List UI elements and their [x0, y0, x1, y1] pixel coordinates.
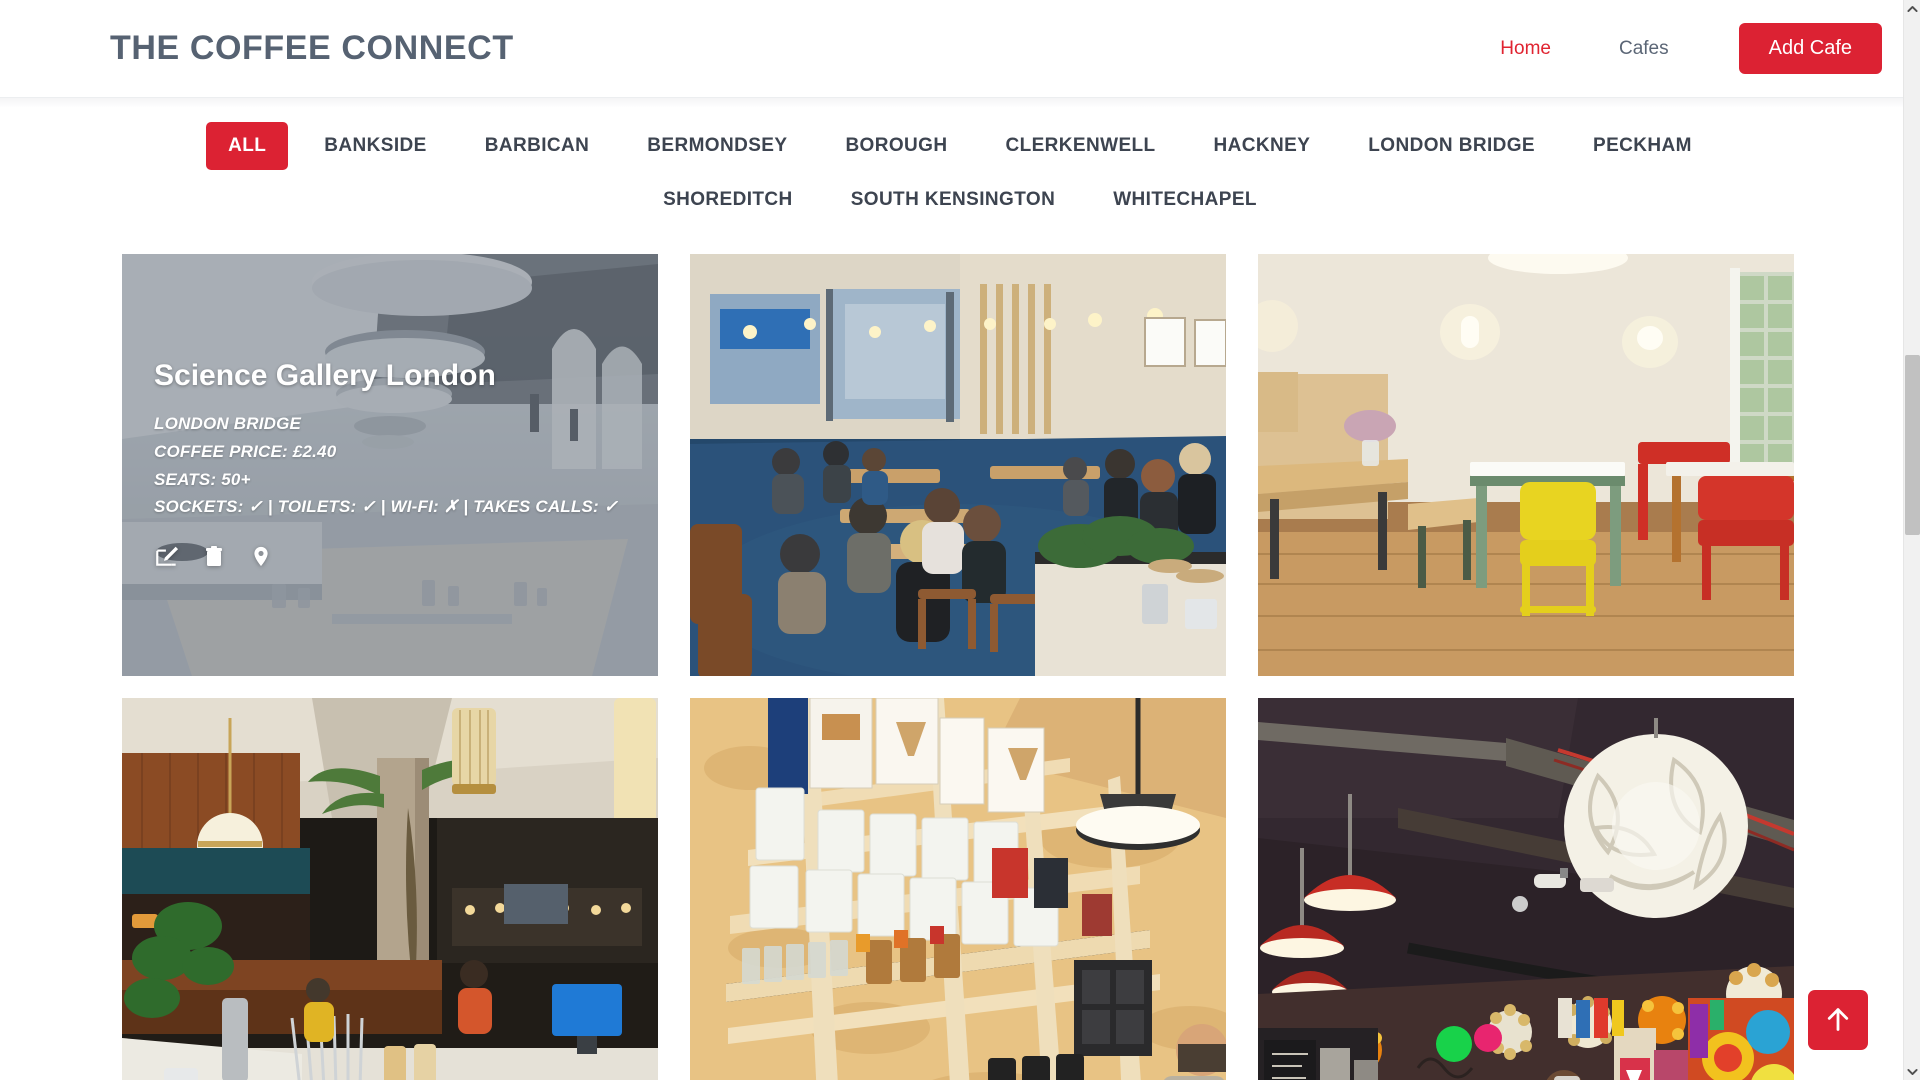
filter-hackney[interactable]: HACKNEY: [1192, 122, 1333, 170]
cafe-card-3[interactable]: [1258, 254, 1794, 676]
scroll-to-top-button[interactable]: [1808, 990, 1868, 1050]
cafe-card-4[interactable]: [122, 698, 658, 1080]
filter-all[interactable]: ALL: [206, 122, 289, 170]
arrow-up-icon: [1824, 1004, 1852, 1037]
filter-clerkenwell[interactable]: CLERKENWELL: [983, 122, 1177, 170]
filter-peckham[interactable]: PECKHAM: [1571, 122, 1714, 170]
filter-bankside[interactable]: BANKSIDE: [302, 122, 448, 170]
cafe-amenities: SOCKETS: ✓ | TOILETS: ✓ | WI-FI: ✗ | TAK…: [154, 497, 619, 517]
cafe-photo-benches-yellow-chair: [1258, 254, 1794, 676]
filter-south-kensington[interactable]: SOUTH KENSINGTON: [829, 176, 1078, 224]
filter-shoreditch[interactable]: SHOREDITCH: [641, 176, 815, 224]
filter-borough[interactable]: BOROUGH: [823, 122, 969, 170]
cafe-details: LONDON BRIDGE COFFEE PRICE: £2.40 SEATS:…: [154, 410, 626, 520]
cafe-title: Science Gallery London: [154, 359, 496, 393]
site-header: THE COFFEE CONNECT Home Cafes Add Cafe: [0, 0, 1920, 98]
filter-whitechapel[interactable]: WHITECHAPEL: [1091, 176, 1279, 224]
location-filter-bar: ALL BANKSIDE BARBICAN BERMONDSEY BOROUGH…: [80, 108, 1840, 224]
add-cafe-button[interactable]: Add Cafe: [1738, 23, 1882, 74]
filter-bermondsey[interactable]: BERMONDSEY: [625, 122, 809, 170]
cafe-card-actions: [154, 543, 626, 571]
main-nav: Home Cafes Add Cafe: [1466, 23, 1882, 74]
cafe-card-2[interactable]: [690, 254, 1226, 676]
scrollbar-up-button[interactable]: [1904, 0, 1920, 17]
cafe-seats: SEATS: 50+: [154, 469, 251, 489]
scrollbar-thumb[interactable]: [1905, 355, 1920, 535]
cafe-coffee-price: COFFEE PRICE: £2.40: [154, 441, 337, 461]
map-pin-icon[interactable]: [250, 543, 276, 571]
cafe-card-6[interactable]: [1258, 698, 1794, 1080]
filter-barbican[interactable]: BARBICAN: [463, 122, 612, 170]
cafe-photo-industrial-market-cafe: [1258, 698, 1794, 1080]
cafe-location: LONDON BRIDGE: [154, 414, 302, 434]
delete-icon[interactable]: [202, 543, 228, 571]
scrollbar-down-button[interactable]: [1904, 1063, 1920, 1080]
cafe-photo-plywood-shelves: [690, 698, 1226, 1080]
cafe-grid: Science Gallery London LONDON BRIDGE COF…: [122, 254, 1798, 1080]
nav-link-cafes[interactable]: Cafes: [1585, 28, 1703, 70]
page-root: THE COFFEE CONNECT Home Cafes Add Cafe A…: [0, 0, 1920, 1080]
header-shadow: [0, 98, 1920, 108]
page-scrollbar[interactable]: [1903, 0, 1920, 1080]
cafe-photo-restaurant-wood-panels: [122, 698, 658, 1080]
cafe-card-science-gallery-london[interactable]: Science Gallery London LONDON BRIDGE COF…: [122, 254, 658, 676]
cafe-card-5[interactable]: [690, 698, 1226, 1080]
brand-logo[interactable]: THE COFFEE CONNECT: [110, 29, 514, 68]
filter-london-bridge[interactable]: LONDON BRIDGE: [1346, 122, 1557, 170]
nav-link-home[interactable]: Home: [1466, 28, 1585, 70]
edit-icon[interactable]: [154, 543, 180, 571]
cafe-card-hover-overlay: Science Gallery London LONDON BRIDGE COF…: [122, 254, 658, 676]
cafe-photo-busy-cafe-blue-floor: [690, 254, 1226, 676]
